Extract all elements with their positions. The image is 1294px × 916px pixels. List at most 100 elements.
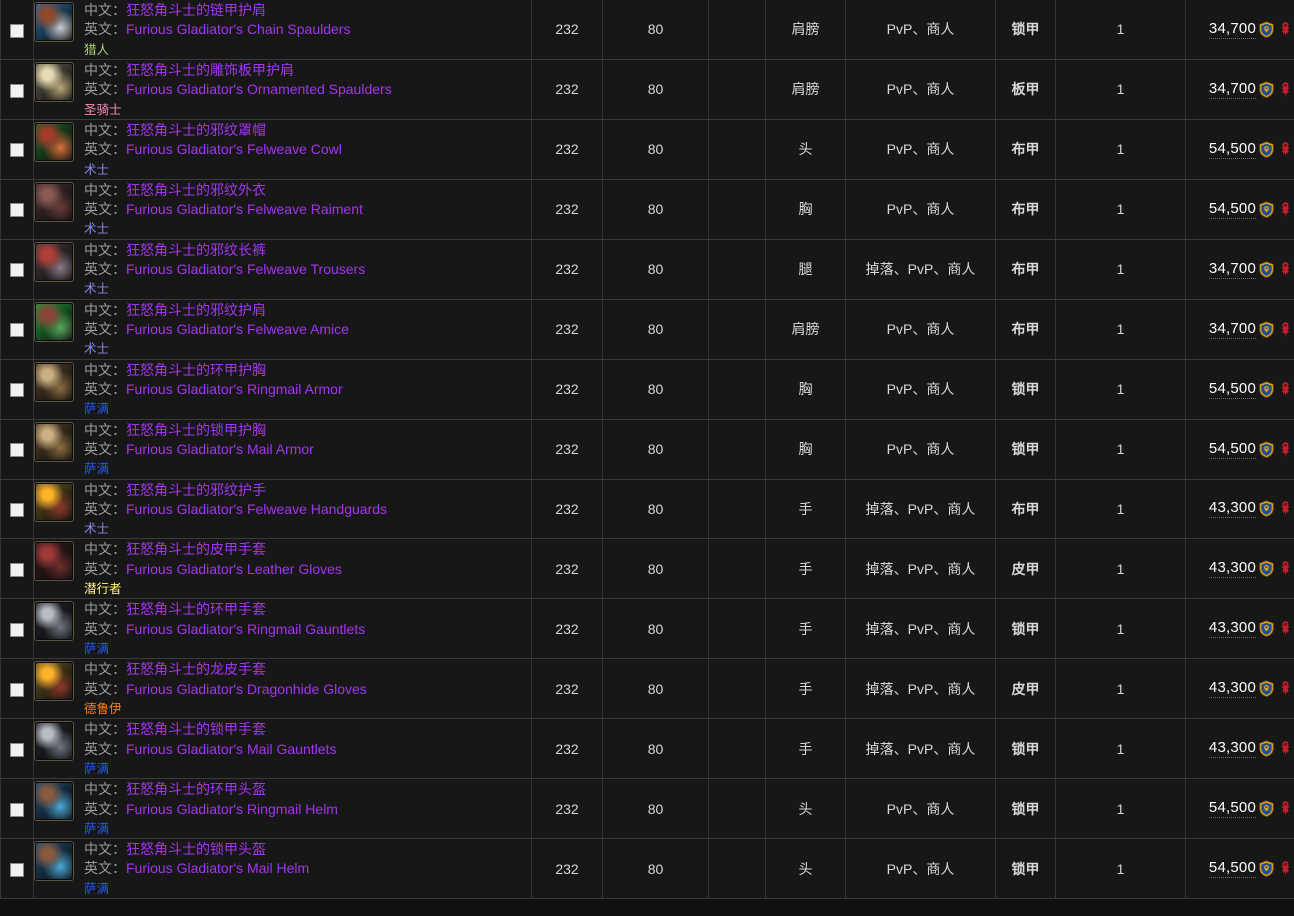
item-name-en[interactable]: Furious Gladiator's Felweave Trousers [126, 261, 365, 277]
row-select-cell[interactable] [0, 478, 34, 540]
checkbox-unchecked-icon[interactable] [10, 143, 24, 158]
checkbox-unchecked-icon[interactable] [10, 23, 24, 38]
horde-crest-icon [1281, 621, 1290, 637]
item-name-cn[interactable]: 狂怒角斗士的邪纹护手 [126, 482, 266, 498]
item-name-cn[interactable]: 狂怒角斗士的皮甲手套 [126, 541, 266, 557]
checkbox-unchecked-icon[interactable] [10, 742, 24, 757]
checkbox-unchecked-icon[interactable] [10, 862, 24, 877]
row-select-cell[interactable] [0, 718, 34, 780]
required-level-cell: 80 [602, 598, 709, 660]
row-select-cell[interactable] [0, 238, 34, 300]
item-name-cn[interactable]: 狂怒角斗士的邪纹护肩 [126, 302, 266, 318]
hands-ringmail-gauntlets-icon[interactable] [34, 601, 74, 642]
hands-felweave-handguards-icon[interactable] [34, 481, 74, 522]
shoulder-chain-spaulders-icon[interactable] [34, 2, 74, 42]
chest-mail-armor-icon[interactable] [34, 421, 74, 462]
table-row[interactable]: 中文：狂怒角斗士的龙皮手套 英文：Furious Gladiator's Dra… [0, 658, 1294, 720]
armor-type-cell: 锁甲 [995, 838, 1056, 900]
shoulder-felweave-amice-icon[interactable] [34, 301, 74, 342]
item-name-en[interactable]: Furious Gladiator's Felweave Raiment [126, 201, 363, 217]
item-name-en[interactable]: Furious Gladiator's Mail Helm [126, 860, 309, 876]
blank-cell [708, 0, 766, 60]
legs-felweave-trousers-icon[interactable] [34, 241, 74, 282]
checkbox-unchecked-icon[interactable] [10, 443, 24, 458]
blank-cell [708, 718, 766, 780]
checkbox-unchecked-icon[interactable] [10, 83, 24, 98]
hands-mail-gauntlets-icon[interactable] [34, 721, 74, 762]
item-name-en[interactable]: Furious Gladiator's Mail Armor [126, 441, 314, 457]
checkbox-unchecked-icon[interactable] [10, 503, 24, 518]
item-name-cn[interactable]: 狂怒角斗士的环甲手套 [126, 601, 266, 617]
item-name-cn[interactable]: 狂怒角斗士的环甲护胸 [126, 362, 266, 378]
armor-type-cell: 皮甲 [995, 538, 1056, 600]
checkbox-unchecked-icon[interactable] [10, 203, 24, 218]
chest-felweave-raiment-icon[interactable] [34, 181, 74, 222]
row-select-cell[interactable] [0, 58, 34, 120]
row-select-cell[interactable] [0, 658, 34, 720]
row-select-cell[interactable] [0, 0, 34, 60]
item-name-en[interactable]: Furious Gladiator's Felweave Handguards [126, 501, 387, 517]
table-row[interactable]: 中文：狂怒角斗士的环甲护胸 英文：Furious Gladiator's Rin… [0, 358, 1294, 420]
item-name-cn[interactable]: 狂怒角斗士的链甲护肩 [126, 2, 266, 18]
table-row[interactable]: 中文：狂怒角斗士的邪纹护肩 英文：Furious Gladiator's Fel… [0, 298, 1294, 360]
slot-cell: 肩膀 [765, 58, 846, 120]
item-name-cn[interactable]: 狂怒角斗士的锁甲护胸 [126, 422, 266, 438]
table-row[interactable]: 中文：狂怒角斗士的雕饰板甲护肩 英文：Furious Gladiator's O… [0, 58, 1294, 120]
table-row[interactable]: 中文：狂怒角斗士的邪纹外衣 英文：Furious Gladiator's Fel… [0, 178, 1294, 240]
row-select-cell[interactable] [0, 118, 34, 180]
row-select-cell[interactable] [0, 178, 34, 240]
table-row[interactable]: 中文：狂怒角斗士的锁甲护胸 英文：Furious Gladiator's Mai… [0, 418, 1294, 480]
checkbox-unchecked-icon[interactable] [10, 622, 24, 637]
hands-dragonhide-gloves-icon[interactable] [34, 661, 74, 702]
item-name-en[interactable]: Furious Gladiator's Felweave Cowl [126, 141, 342, 157]
checkbox-unchecked-icon[interactable] [10, 682, 24, 697]
table-row[interactable]: 中文：狂怒角斗士的锁甲头盔 英文：Furious Gladiator's Mai… [0, 838, 1294, 900]
table-row[interactable]: 中文：狂怒角斗士的邪纹长裤 英文：Furious Gladiator's Fel… [0, 238, 1294, 300]
head-ringmail-helm-icon[interactable] [34, 781, 74, 822]
item-name-cn[interactable]: 狂怒角斗士的龙皮手套 [126, 661, 266, 677]
row-select-cell[interactable] [0, 538, 34, 600]
item-name-cn[interactable]: 狂怒角斗士的锁甲头盔 [126, 841, 266, 857]
horde-crest-icon [1281, 801, 1290, 816]
item-name-en[interactable]: Furious Gladiator's Ornamented Spaulders [126, 81, 392, 97]
item-name-en[interactable]: Furious Gladiator's Ringmail Gauntlets [126, 621, 365, 637]
row-select-cell[interactable] [0, 598, 34, 660]
item-name-en[interactable]: Furious Gladiator's Ringmail Armor [126, 381, 343, 397]
row-select-cell[interactable] [0, 838, 34, 900]
head-felweave-cowl-icon[interactable] [34, 121, 74, 162]
item-name-cn[interactable]: 狂怒角斗士的邪纹罩帽 [126, 122, 266, 138]
item-name-en[interactable]: Furious Gladiator's Ringmail Helm [126, 801, 338, 817]
item-name-cn[interactable]: 狂怒角斗士的雕饰板甲护肩 [126, 62, 294, 78]
checkbox-unchecked-icon[interactable] [10, 383, 24, 398]
item-name-en[interactable]: Furious Gladiator's Leather Gloves [126, 561, 342, 577]
hands-leather-gloves-icon[interactable] [34, 541, 74, 582]
chest-ringmail-armor-icon[interactable] [34, 361, 74, 402]
checkbox-unchecked-icon[interactable] [10, 263, 24, 278]
table-row[interactable]: 中文：狂怒角斗士的邪纹罩帽 英文：Furious Gladiator's Fel… [0, 118, 1294, 180]
checkbox-unchecked-icon[interactable] [10, 563, 24, 578]
price-cell: 43,300 [1185, 598, 1294, 660]
item-name-en[interactable]: Furious Gladiator's Chain Spaulders [126, 21, 350, 37]
table-row[interactable]: 中文：狂怒角斗士的邪纹护手 英文：Furious Gladiator's Fel… [0, 478, 1294, 540]
table-row[interactable]: 中文：狂怒角斗士的环甲头盔 英文：Furious Gladiator's Rin… [0, 778, 1294, 840]
item-name-cn[interactable]: 狂怒角斗士的邪纹长裤 [126, 242, 266, 258]
checkbox-unchecked-icon[interactable] [10, 323, 24, 338]
item-name-cn[interactable]: 狂怒角斗士的锁甲手套 [126, 721, 266, 737]
checkbox-unchecked-icon[interactable] [10, 802, 24, 817]
item-name-en[interactable]: Furious Gladiator's Mail Gauntlets [126, 741, 336, 757]
item-cell: 中文：狂怒角斗士的雕饰板甲护肩 英文：Furious Gladiator's O… [33, 58, 532, 120]
table-row[interactable]: 中文：狂怒角斗士的环甲手套 英文：Furious Gladiator's Rin… [0, 598, 1294, 660]
row-select-cell[interactable] [0, 298, 34, 360]
row-select-cell[interactable] [0, 418, 34, 480]
row-select-cell[interactable] [0, 358, 34, 420]
item-name-cn[interactable]: 狂怒角斗士的邪纹外衣 [126, 182, 266, 198]
table-row[interactable]: 中文：狂怒角斗士的链甲护肩 英文：Furious Gladiator's Cha… [0, 0, 1294, 60]
table-row[interactable]: 中文：狂怒角斗士的锁甲手套 英文：Furious Gladiator's Mai… [0, 718, 1294, 780]
item-name-cn[interactable]: 狂怒角斗士的环甲头盔 [126, 781, 266, 797]
shoulder-ornamented-spaulders-icon[interactable] [34, 61, 74, 102]
item-name-en[interactable]: Furious Gladiator's Dragonhide Gloves [126, 681, 367, 697]
table-row[interactable]: 中文：狂怒角斗士的皮甲手套 英文：Furious Gladiator's Lea… [0, 538, 1294, 600]
head-mail-helm-icon[interactable] [34, 841, 74, 882]
item-name-en[interactable]: Furious Gladiator's Felweave Amice [126, 321, 349, 337]
row-select-cell[interactable] [0, 778, 34, 840]
